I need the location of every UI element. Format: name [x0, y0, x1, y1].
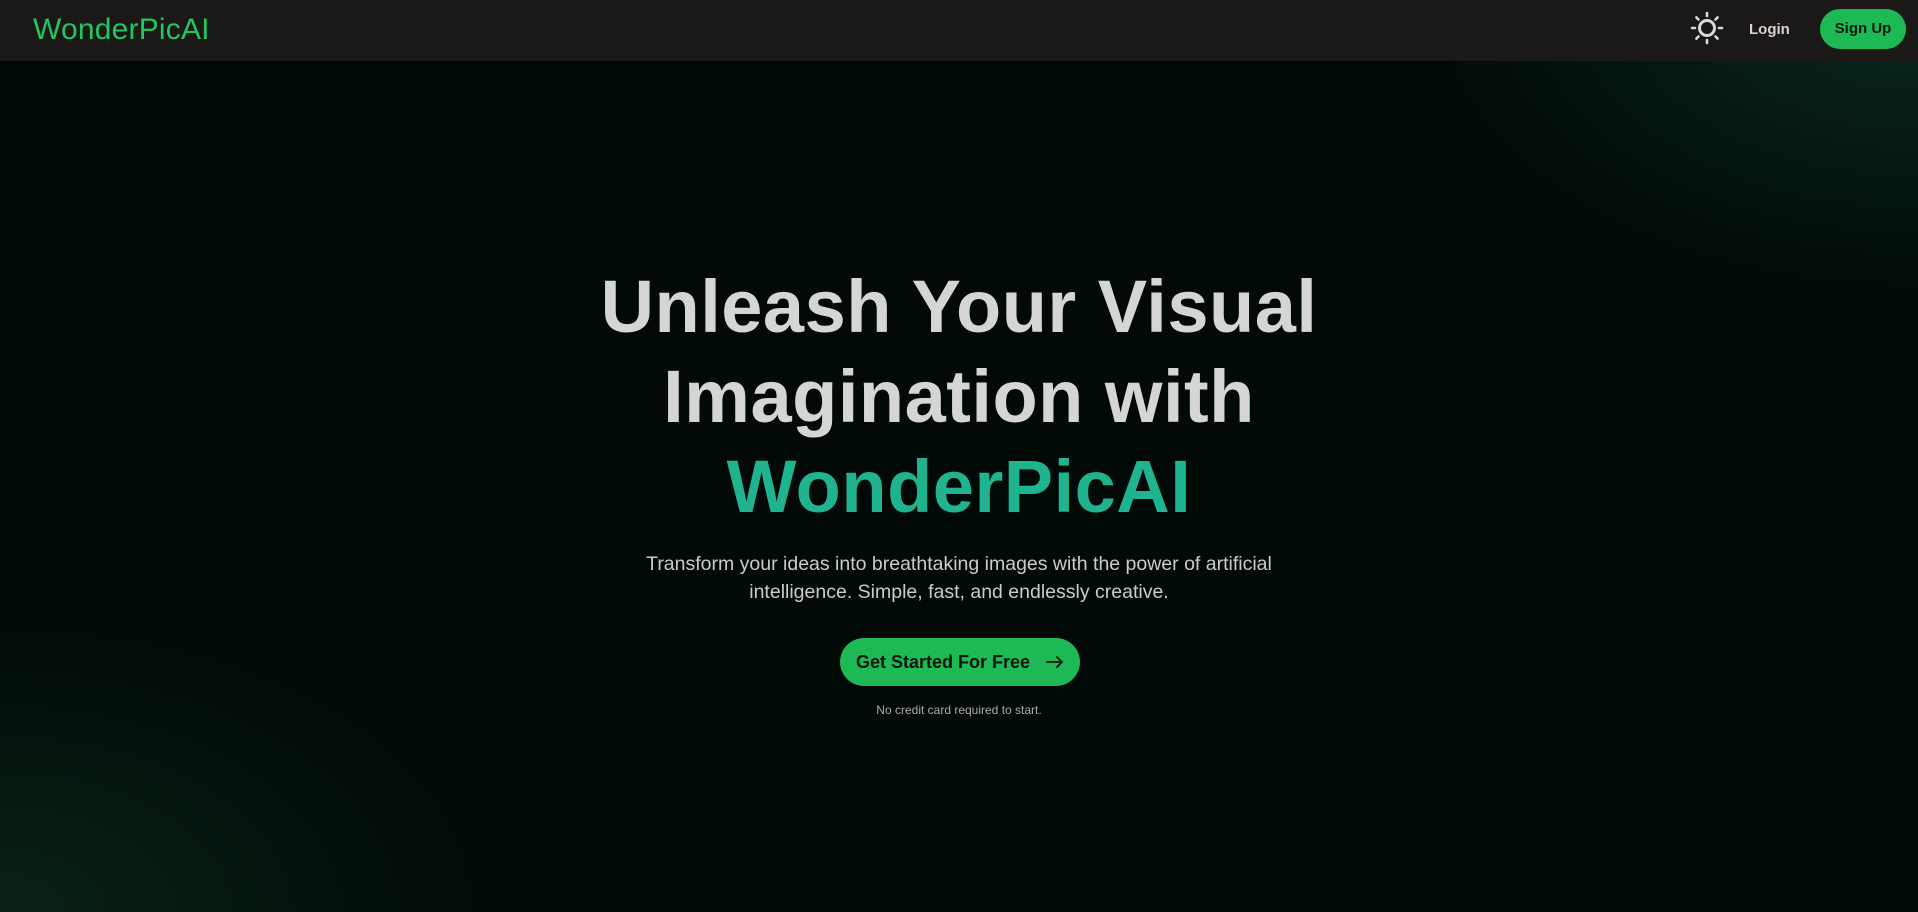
- top-navigation-bar: WonderPicAI Login Sign Up: [0, 0, 1918, 61]
- get-started-button[interactable]: Get Started For Free: [840, 638, 1080, 686]
- sign-up-button[interactable]: Sign Up: [1820, 9, 1906, 49]
- hero-subtitle: Transform your ideas into breathtaking i…: [646, 553, 1272, 603]
- hero-headline: Unleash Your Visual Imagination with Won…: [559, 262, 1359, 532]
- theme-toggle-button[interactable]: [1688, 11, 1726, 49]
- get-started-label: Get Started For Free: [855, 651, 1031, 672]
- brand-logo[interactable]: WonderPicAI: [33, 12, 210, 48]
- headline-line-1: Unleash Your Visual: [600, 265, 1318, 348]
- headline-brand: WonderPicAI: [726, 445, 1192, 528]
- arrow-right-icon: [1046, 655, 1064, 669]
- no-credit-card-note: No credit card required to start.: [876, 703, 1042, 717]
- login-link[interactable]: Login: [1749, 19, 1790, 41]
- sun-icon: [1690, 11, 1724, 50]
- headline-line-2: Imagination with: [663, 355, 1255, 438]
